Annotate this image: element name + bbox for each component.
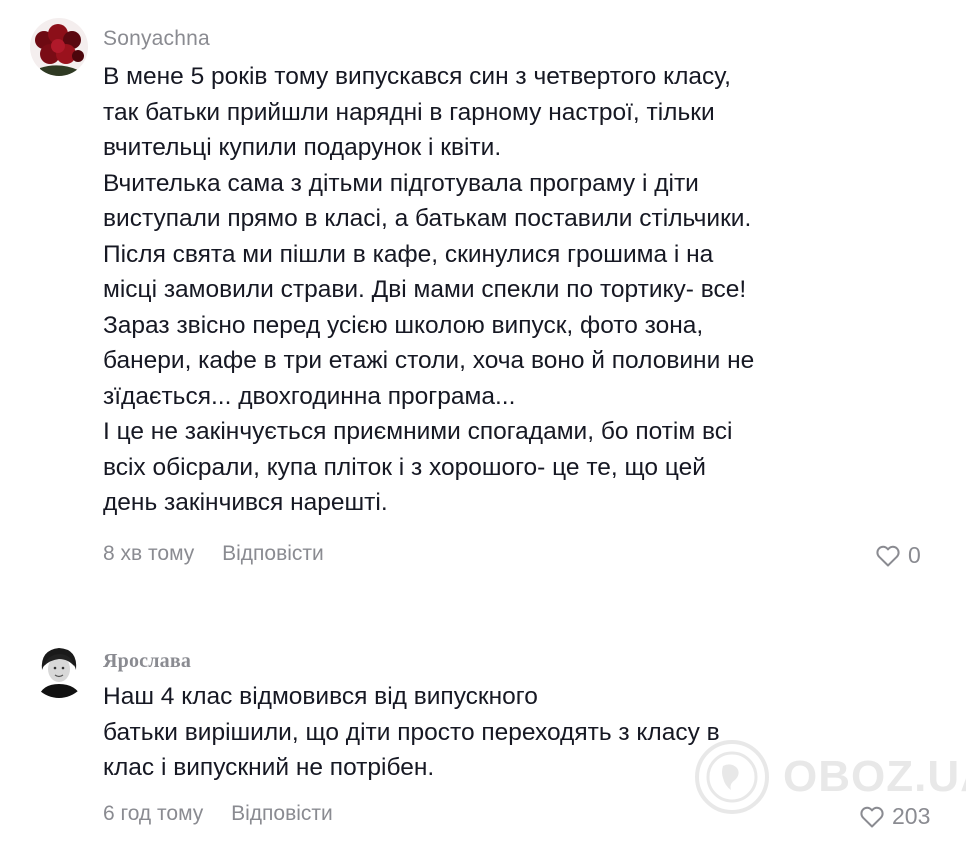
comment-text: В мене 5 років тому випускався син з чет… — [103, 59, 843, 521]
comment-line: банери, кафе в три етажі столи, хоча вон… — [103, 347, 755, 374]
comment-line: день закінчився нарешті. — [103, 489, 388, 516]
comment-username[interactable]: Sonyachna — [103, 27, 210, 51]
comment-line: так батьки прийшли нарядні в гарному нас… — [103, 98, 715, 126]
comment-line: місці замовили страви. Дві мами спекли п… — [103, 276, 747, 303]
comment-line: Вчителька сама з дітьми підготувала прог… — [103, 169, 699, 197]
comment-line: І це не закінчується приємними спогадами… — [103, 418, 733, 445]
watermark: OBOZ.UA — [693, 738, 966, 816]
comment-line: Після свята ми пішли в кафе, скинулися г… — [103, 240, 714, 268]
reply-button[interactable]: Відповісти — [231, 802, 333, 825]
comment-line: вчительці купили подарунок і квіти. — [103, 134, 502, 161]
comment-timestamp: 8 хв тому — [103, 542, 195, 565]
comment-line: всіх обісрали, купа пліток і з хорошого-… — [103, 453, 706, 481]
like-count: 0 — [908, 542, 921, 568]
watermark-text: OBOZ.UA — [783, 752, 966, 801]
comment-line: Зараз звісно перед усією школою випуск, … — [103, 311, 704, 339]
globe-logo-icon — [695, 740, 769, 814]
comment-line: виступали прямо в класі, а батькам поста… — [103, 205, 752, 232]
comment-line: В мене 5 років тому випускався син з чет… — [103, 63, 731, 90]
comment-meta: 8 хв тому Відповісти — [103, 542, 324, 566]
heart-icon — [876, 545, 900, 566]
comment-meta: 6 год тому Відповісти — [103, 802, 333, 826]
roses-avatar-icon[interactable] — [30, 18, 88, 76]
comment-line: Наш 4 клас відмовився від випускного — [103, 683, 538, 710]
comment-timestamp: 6 год тому — [103, 802, 204, 825]
like-button[interactable]: 0 — [876, 542, 921, 569]
comment-line: зїдається... двохгодинна програма... — [103, 382, 516, 410]
reply-button[interactable]: Відповісти — [222, 542, 324, 565]
woman-portrait-avatar-icon[interactable] — [30, 640, 88, 698]
comment-username[interactable]: Ярослава — [103, 650, 191, 673]
